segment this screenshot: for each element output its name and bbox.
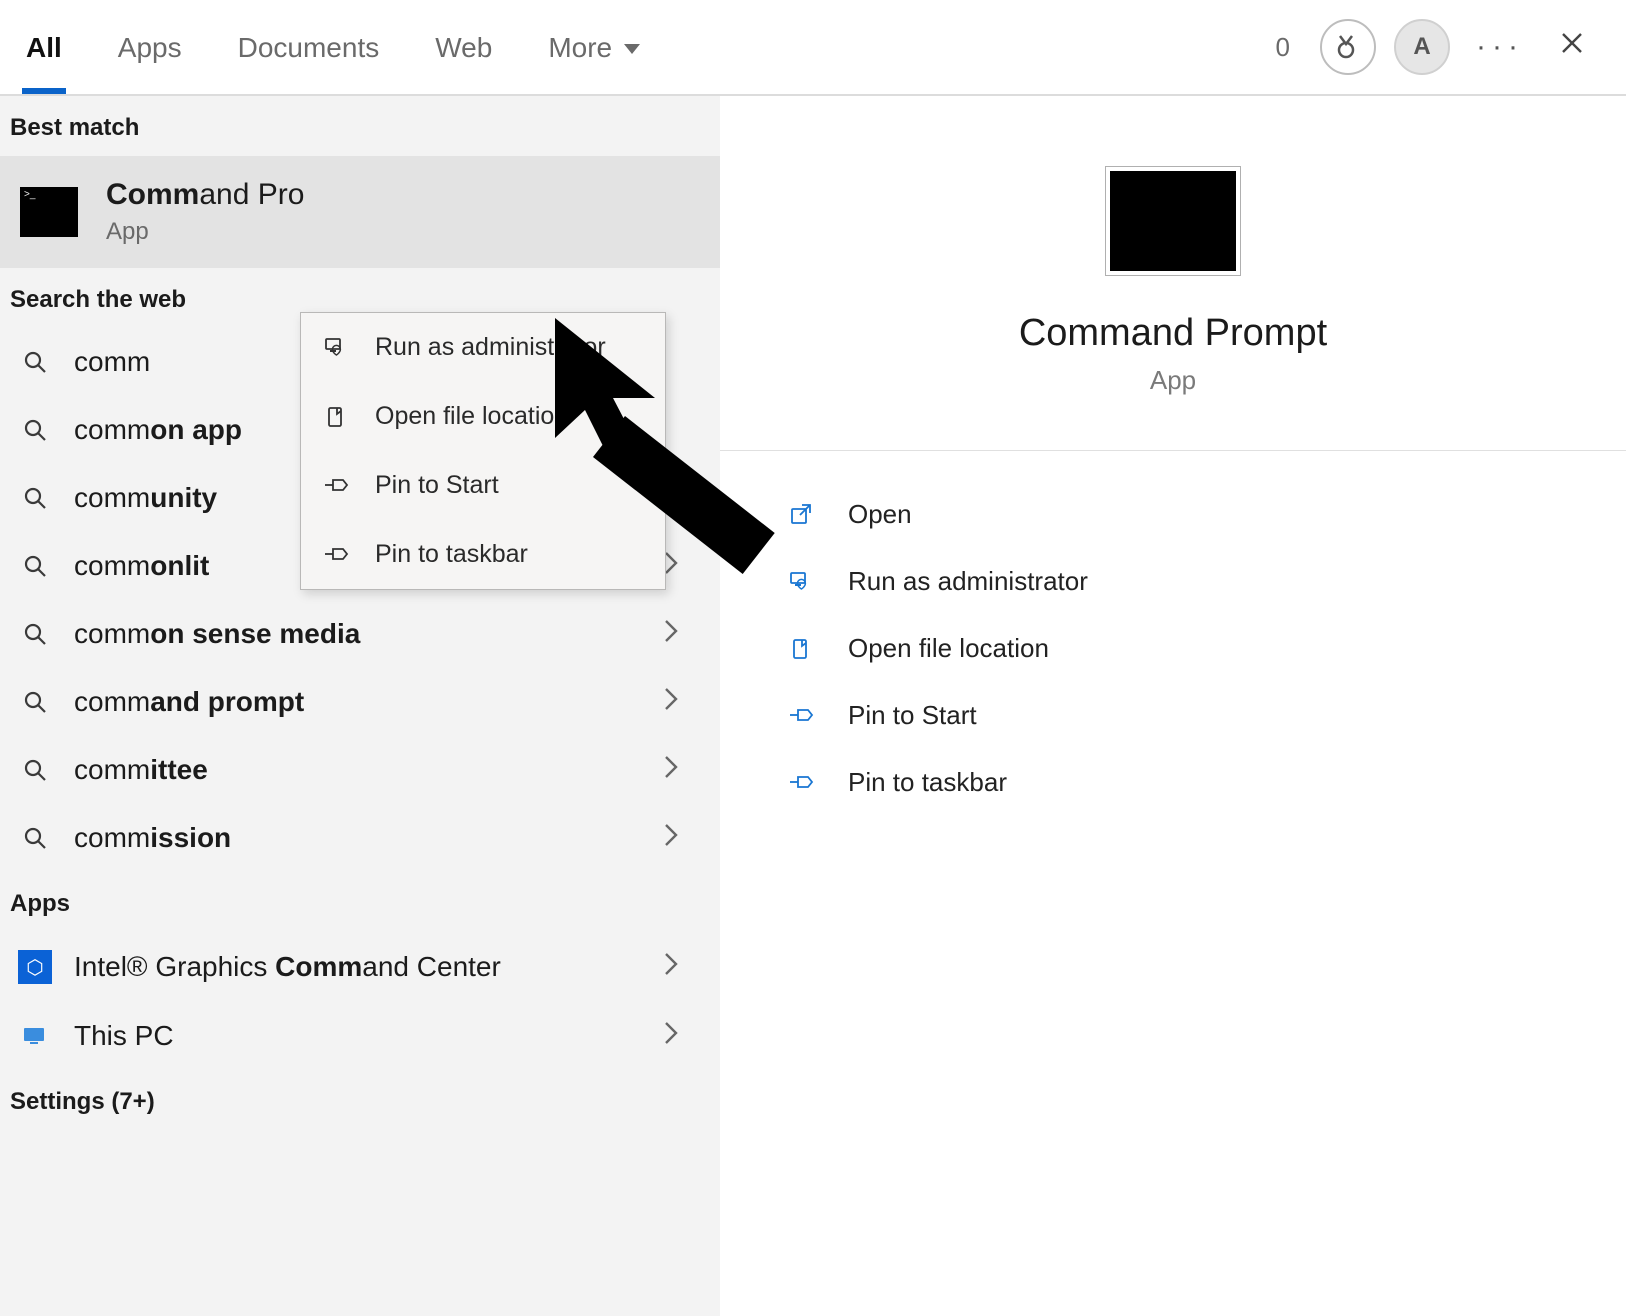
tab-web[interactable]: Web [429,32,498,94]
app-result-text: Intel® Graphics Command Center [74,951,638,983]
suggestion-text: command prompt [74,686,638,718]
preview-action[interactable]: Run as administrator [780,548,1566,615]
tab-more[interactable]: More [542,32,648,94]
open-icon [786,503,820,527]
search-icon [18,690,52,714]
preview-title: Command Prompt [1019,312,1327,355]
web-suggestion[interactable]: commission [0,804,720,872]
preview-subtitle: App [1150,365,1196,396]
pin-icon [323,474,353,498]
this-pc-icon [18,1024,52,1048]
tab-documents[interactable]: Documents [232,32,386,94]
preview-action[interactable]: Pin to taskbar [780,749,1566,816]
preview-app-icon [1105,166,1241,276]
preview-action-label: Pin to Start [848,700,977,731]
context-menu-item[interactable]: Pin to taskbar [301,520,665,589]
suggestion-text: common sense media [74,618,638,650]
chevron-right-icon [660,952,702,983]
chevron-right-icon [660,551,702,582]
search-icon [18,622,52,646]
folder-icon [786,637,820,661]
preview-action[interactable]: Open file location [780,615,1566,682]
intel-graphics-icon: ⬡ [18,950,52,984]
admin-icon [786,570,820,594]
caret-down-icon [622,39,642,57]
chevron-right-icon [660,687,702,718]
best-match-result[interactable]: >_ Command Pro App [0,156,720,268]
section-best-match: Best match [0,96,720,156]
chevron-right-icon [660,619,702,650]
close-icon [1560,31,1588,59]
web-suggestion[interactable]: committee [0,736,720,804]
app-result-text: This PC [74,1020,638,1052]
chevron-right-icon [660,755,702,786]
topbar: All Apps Documents Web More 0 A ··· [0,0,1626,96]
cmd-prompt-icon: >_ [20,187,78,237]
tab-all[interactable]: All [20,32,68,94]
chevron-right-icon [660,1021,702,1052]
context-menu-label: Pin to taskbar [375,540,528,569]
context-menu: Run as administrator Open file location Pi… [300,312,666,590]
best-match-title: Command Pro [106,178,304,212]
rewards-count: 0 [1276,32,1290,63]
search-icon [18,826,52,850]
preview-action-label: Open file location [848,633,1049,664]
account-avatar[interactable]: A [1394,19,1450,75]
tab-apps[interactable]: Apps [112,32,188,94]
pin-icon [786,771,820,795]
preview-action[interactable]: Open [780,481,1566,548]
search-icon [18,418,52,442]
preview-action-label: Pin to taskbar [848,767,1007,798]
app-result[interactable]: ⬡ Intel® Graphics Command Center [0,932,720,1002]
preview-action-label: Open [848,499,912,530]
suggestion-text: commission [74,822,638,854]
search-icon [18,350,52,374]
search-icon [18,758,52,782]
context-menu-label: Run as administrator [375,333,606,362]
pin-icon [323,543,353,567]
chevron-right-icon [660,483,702,514]
search-icon [18,554,52,578]
section-settings[interactable]: Settings (7+) [0,1070,720,1130]
admin-icon [323,336,353,360]
context-menu-item[interactable]: Open file location [301,382,665,451]
chevron-right-icon [660,823,702,854]
search-icon [18,486,52,510]
web-suggestion[interactable]: command prompt [0,668,720,736]
pin-icon [786,704,820,728]
folder-icon [323,405,353,429]
more-button[interactable]: ··· [1476,30,1524,64]
app-result[interactable]: This PC [0,1002,720,1070]
best-match-subtitle: App [106,218,304,246]
section-apps: Apps [0,872,720,932]
preview-panel: Command Prompt App Open Run as administra… [720,96,1626,1316]
preview-action-label: Run as administrator [848,566,1088,597]
results-panel: Best match >_ Command Pro App Search the… [0,96,720,1316]
rewards-button[interactable] [1320,19,1376,75]
web-suggestion[interactable]: common sense media [0,600,720,668]
context-menu-item[interactable]: Pin to Start [301,451,665,520]
context-menu-label: Pin to Start [375,471,499,500]
context-menu-label: Open file location [375,402,568,431]
medal-icon [1336,34,1360,60]
preview-action[interactable]: Pin to Start [780,682,1566,749]
suggestion-text: committee [74,754,638,786]
context-menu-item[interactable]: Run as administrator [301,313,665,382]
close-button[interactable] [1550,26,1598,68]
